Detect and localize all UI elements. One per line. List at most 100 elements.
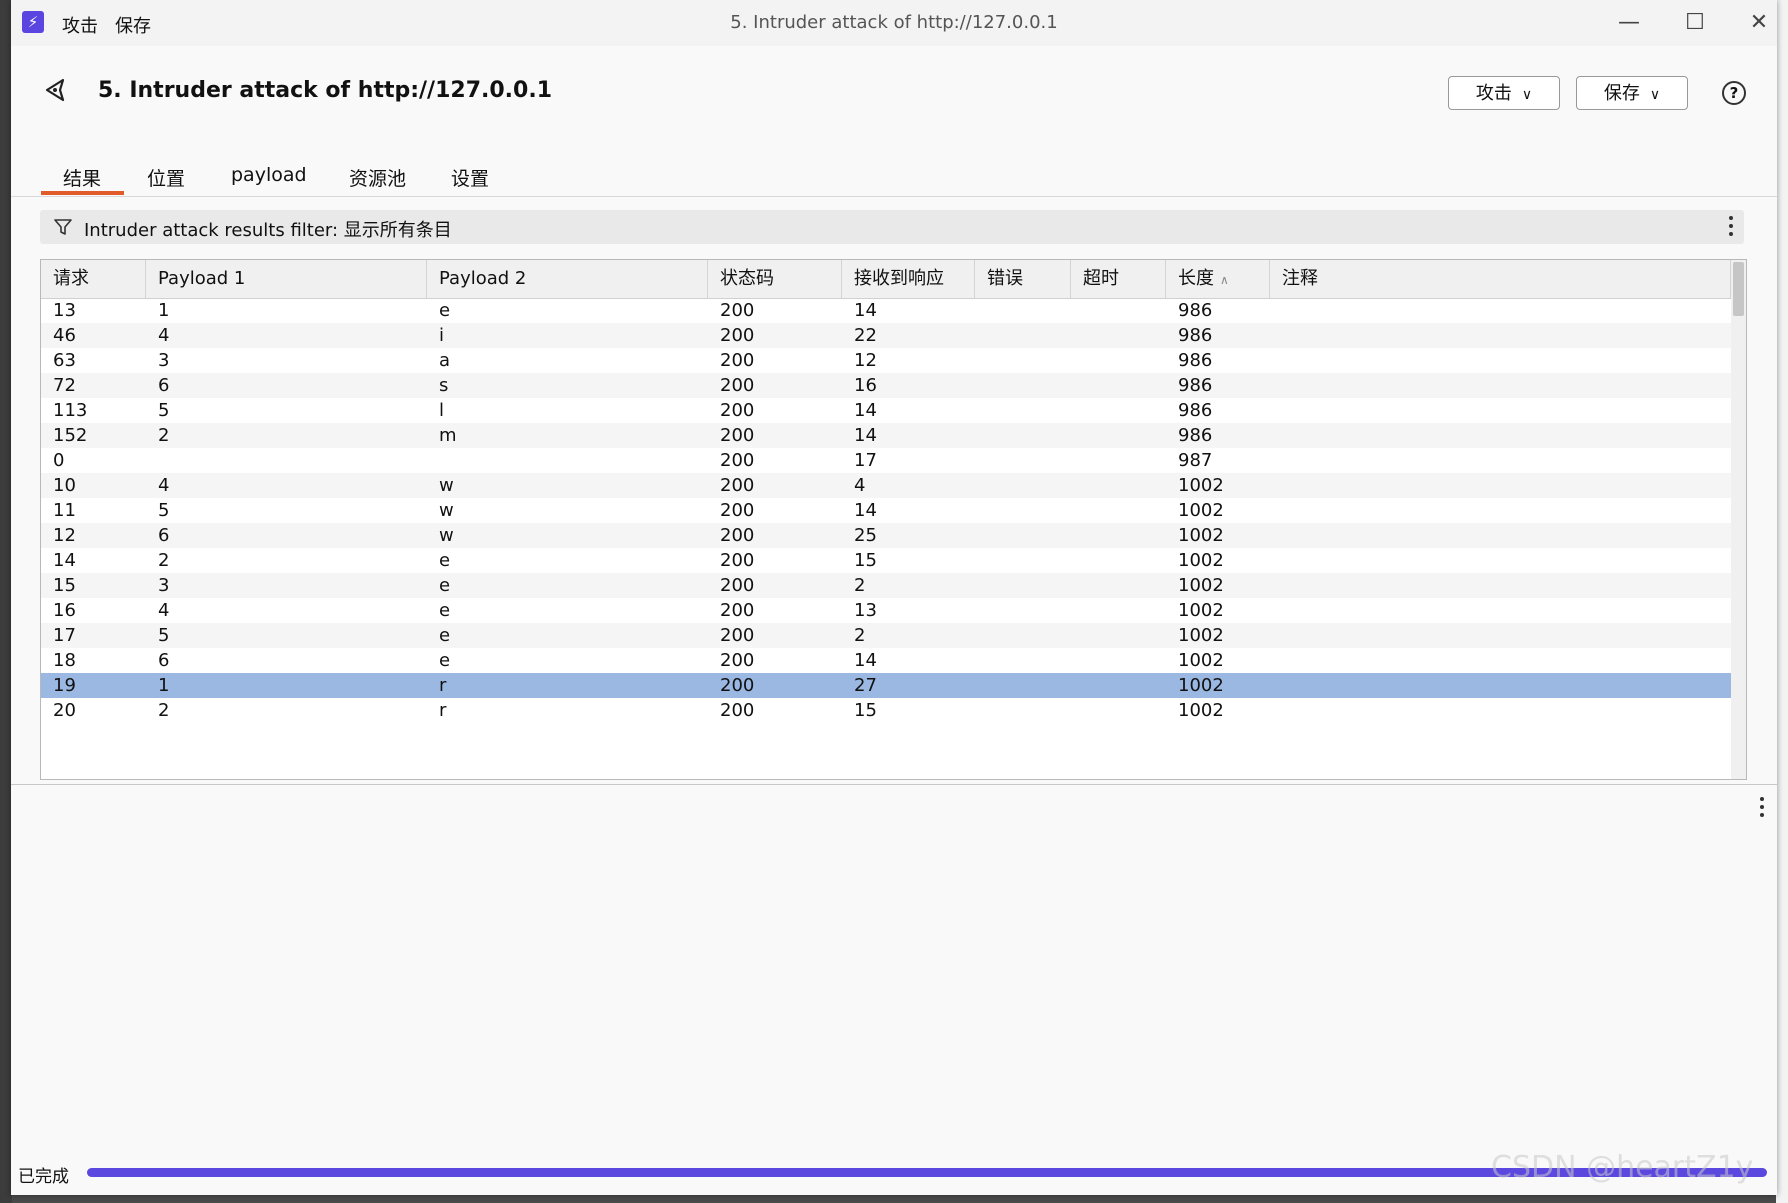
cell-status-code: 200 [720,300,755,321]
tab-bar: 结果 位置 payload 资源池 设置 [11,156,1777,197]
column-header-comment[interactable]: 注释 [1270,260,1731,298]
filter-more-icon[interactable] [1727,216,1735,240]
cell-timeout [1071,523,1166,548]
tab-payloads[interactable]: payload [231,164,307,186]
cell-response-received: 2 [854,575,866,596]
table-row[interactable]: 152 2 m 200 14 986 [41,423,1731,448]
column-header-label: 注释 [1282,268,1318,289]
tab-settings[interactable]: 设置 [451,164,489,191]
column-header-payload2[interactable]: Payload 2 [427,260,708,298]
table-row[interactable]: 11 5 w 200 14 1002 [41,498,1731,523]
cell-timeout [1071,398,1166,423]
cell-payload1: 2 [158,425,170,446]
cell-error [975,623,1071,648]
help-icon[interactable]: ? [1722,81,1746,105]
tab-resource-pool[interactable]: 资源池 [349,164,406,191]
save-dropdown-button[interactable]: 保存 ∨ [1576,76,1688,110]
cell-response-received: 2 [854,625,866,646]
table-row[interactable]: 17 5 e 200 2 1002 [41,623,1731,648]
cell-timeout [1071,648,1166,673]
cell-payload2: e [439,575,451,596]
chevron-down-icon: ∨ [1521,87,1533,103]
table-row[interactable]: 72 6 s 200 16 986 [41,373,1731,398]
cell-request: 0 [53,450,65,471]
column-header-payload1[interactable]: Payload 1 [146,260,427,298]
column-header-response-received[interactable]: 接收到响应 [842,260,975,298]
pane-divider[interactable] [11,784,1777,785]
column-header-label: Payload 2 [439,268,527,289]
close-button[interactable]: ✕ [1739,8,1777,38]
cell-comment [1270,573,1731,598]
table-row[interactable]: 19 1 r 200 27 1002 [41,673,1731,698]
cell-response-received: 15 [854,700,877,721]
cell-payload2: e [439,650,451,671]
cell-status-code: 200 [720,450,755,471]
cell-comment [1270,673,1731,698]
detail-pane-more-icon[interactable] [1758,797,1766,821]
column-header-timeout[interactable]: 超时 [1071,260,1166,298]
background-right [1776,0,1788,1203]
cell-comment [1270,598,1731,623]
cell-length: 986 [1178,400,1213,421]
column-header-request[interactable]: 请求 [41,260,146,298]
attack-dropdown-button[interactable]: 攻击 ∨ [1448,76,1560,110]
cell-payload1: 6 [158,375,170,396]
cell-payload1 [146,448,427,473]
cell-timeout [1071,498,1166,523]
cell-comment [1270,373,1731,398]
cell-request: 152 [53,425,88,446]
cell-request: 11 [53,500,76,521]
cell-payload1: 3 [158,350,170,371]
table-row[interactable]: 63 3 a 200 12 986 [41,348,1731,373]
cell-request: 18 [53,650,76,671]
column-header-status-code[interactable]: 状态码 [708,260,842,298]
cell-payload2: e [439,600,451,621]
cell-error [975,348,1071,373]
cell-response-received: 14 [854,425,877,446]
cell-timeout [1071,448,1166,473]
minimize-button[interactable]: — [1609,8,1649,38]
cell-error [975,548,1071,573]
table-row[interactable]: 16 4 e 200 13 1002 [41,598,1731,623]
results-filter-bar[interactable]: Intruder attack results filter: 显示所有条目 [40,210,1744,244]
column-header-label: 长度 [1178,268,1214,289]
sort-ascending-icon: ∧ [1220,273,1229,287]
cell-payload2: r [439,700,447,721]
column-header-length[interactable]: 长度 ∧ [1166,260,1270,298]
cell-payload1: 2 [158,700,170,721]
table-row[interactable]: 15 3 e 200 2 1002 [41,573,1731,598]
cell-comment [1270,698,1731,723]
cell-response-received: 16 [854,375,877,396]
cell-status-code: 200 [720,500,755,521]
column-header-error[interactable]: 错误 [975,260,1071,298]
tab-positions[interactable]: 位置 [147,164,185,191]
column-header-label: 接收到响应 [854,268,944,289]
vertical-scrollbar[interactable] [1731,260,1746,779]
table-row[interactable]: 12 6 w 200 25 1002 [41,523,1731,548]
table-row[interactable]: 14 2 e 200 15 1002 [41,548,1731,573]
cell-payload2: w [439,500,454,521]
table-row[interactable]: 20 2 r 200 15 1002 [41,698,1731,723]
table-row[interactable]: 18 6 e 200 14 1002 [41,648,1731,673]
table-row[interactable]: 113 5 l 200 14 986 [41,398,1731,423]
maximize-button[interactable]: ☐ [1675,8,1715,38]
cell-payload1: 6 [158,525,170,546]
table-row[interactable]: 0 200 17 987 [41,448,1731,473]
cell-error [975,398,1071,423]
tab-results[interactable]: 结果 [63,164,101,191]
cell-request: 15 [53,575,76,596]
cell-request: 20 [53,700,76,721]
cell-request: 10 [53,475,76,496]
attack-button-label: 攻击 [1475,83,1512,104]
table-row[interactable]: 10 4 w 200 4 1002 [41,473,1731,498]
cell-length: 986 [1178,375,1213,396]
cell-length: 986 [1178,325,1213,346]
scrollbar-thumb[interactable] [1733,262,1744,316]
active-tab-indicator [41,191,124,195]
table-row[interactable]: 46 4 i 200 22 986 [41,323,1731,348]
table-row[interactable]: 13 1 e 200 14 986 [41,298,1731,323]
cell-error [975,423,1071,448]
cell-request: 13 [53,300,76,321]
cell-timeout [1071,473,1166,498]
cell-payload2 [427,448,708,473]
